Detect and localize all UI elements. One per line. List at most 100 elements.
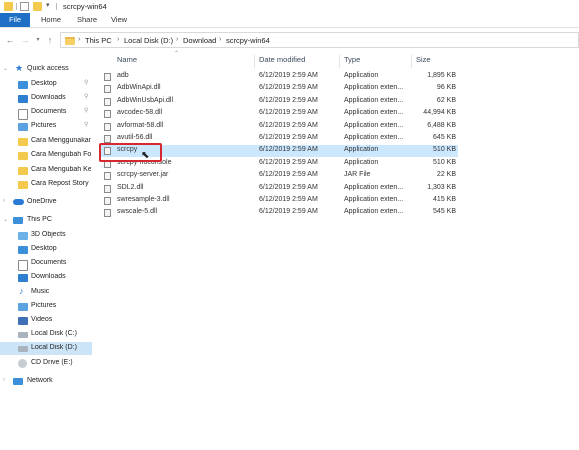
download-icon	[18, 274, 28, 282]
customize-quick-access-icon[interactable]: ▾	[46, 1, 50, 9]
file-row[interactable]: AdbWinApi.dll 6/12/2019 2:59 AM Applicatio…	[100, 83, 458, 95]
file-row[interactable]: scrcpy-server.jar 6/12/2019 2:59 AM JAR Fi…	[100, 170, 458, 182]
breadcrumb-this-pc[interactable]: This PC	[85, 36, 112, 45]
properties-icon[interactable]	[20, 2, 29, 11]
new-folder-icon[interactable]	[33, 2, 42, 11]
chevron-right-icon[interactable]: ›	[3, 198, 5, 204]
file-row[interactable]: adb 6/12/2019 2:59 AM Application 1,895 KB	[100, 71, 458, 83]
file-icon	[104, 172, 111, 180]
tab-view[interactable]: View	[106, 13, 132, 27]
file-row[interactable]: swresample-3.dll 6/12/2019 2:59 AM Applica…	[100, 195, 458, 207]
sidebar-item-desktop-pc[interactable]: Desktop	[0, 243, 92, 256]
sidebar-item-local-disk-d[interactable]: Local Disk (D:)	[0, 342, 92, 355]
file-row[interactable]: SDL2.dll 6/12/2019 2:59 AM Application ext…	[100, 183, 458, 195]
chevron-right-icon[interactable]: ›	[3, 377, 5, 383]
sidebar-item-onedrive[interactable]: › OneDrive	[0, 196, 92, 209]
sidebar-item-music[interactable]: ♪ Music	[0, 286, 92, 299]
file-type: Application exten...	[344, 97, 404, 104]
file-row[interactable]: avformat-58.dll 6/12/2019 2:59 AM Applicat…	[100, 121, 458, 133]
file-date-modified: 6/12/2019 2:59 AM	[259, 146, 318, 153]
folder-icon	[18, 181, 28, 189]
file-icon	[104, 73, 111, 81]
tab-home[interactable]: Home	[36, 13, 66, 27]
chevron-down-icon[interactable]: ⌄	[3, 65, 8, 72]
document-icon	[18, 109, 28, 120]
tab-share[interactable]: Share	[72, 13, 102, 27]
file-row[interactable]: avcodec-58.dll 6/12/2019 2:59 AM Applicati…	[100, 108, 458, 120]
drive-icon	[18, 346, 28, 352]
file-type: Application	[344, 159, 379, 166]
tab-file[interactable]: File	[0, 13, 30, 27]
sidebar-item-label: Cara Repost Story Ir	[31, 180, 91, 187]
sidebar-item-network[interactable]: › Network	[0, 375, 92, 388]
file-size: 415 KB	[433, 196, 456, 203]
sidebar-item-folder-cara-mengubah-fot[interactable]: Cara Mengubah Fot	[0, 149, 92, 162]
sidebar-item-local-disk-c[interactable]: Local Disk (C:)	[0, 328, 92, 341]
sidebar-item-downloads[interactable]: Downloads ⚲	[0, 92, 92, 105]
title-bar: ▾ scrcpy-win64	[0, 0, 579, 13]
recent-locations-chevron-icon[interactable]: ▾	[32, 34, 44, 46]
sidebar-item-label: Videos	[31, 316, 53, 323]
sidebar-item-videos[interactable]: Videos	[0, 314, 92, 327]
file-row[interactable]: swscale-5.dll 6/12/2019 2:59 AM Applicatio…	[100, 207, 458, 219]
breadcrumb-local-disk-d[interactable]: Local Disk (D:)	[124, 36, 173, 45]
file-row[interactable]: AdbWinUsbApi.dll 6/12/2019 2:59 AM Applica…	[100, 96, 458, 108]
picture-icon	[18, 303, 28, 311]
file-date-modified: 6/12/2019 2:59 AM	[259, 122, 318, 129]
breadcrumb-scrcpy-win64[interactable]: scrcpy-win64	[226, 36, 270, 45]
sidebar-item-documents[interactable]: Documents ⚲	[0, 106, 92, 120]
sidebar-item-cd-drive-e[interactable]: CD Drive (E:)	[0, 357, 92, 370]
folder-icon	[18, 167, 28, 175]
sidebar-item-folder-cara-mengubah-key[interactable]: Cara Mengubah Key	[0, 164, 92, 177]
video-icon	[18, 317, 28, 325]
column-header-name[interactable]: Name	[117, 55, 137, 68]
sidebar-item-label: Network	[27, 377, 53, 384]
forward-arrow-icon[interactable]: →	[19, 34, 31, 46]
sidebar-item-3d-objects[interactable]: 3D Objects	[0, 229, 92, 242]
column-header-size[interactable]: Size	[416, 55, 431, 68]
up-arrow-icon[interactable]: ↑	[44, 34, 56, 46]
folder-icon	[18, 152, 28, 160]
file-name: adb	[117, 72, 129, 79]
sidebar-item-documents-pc[interactable]: Documents	[0, 257, 92, 271]
breadcrumb-download[interactable]: Download	[183, 36, 216, 45]
file-date-modified: 6/12/2019 2:59 AM	[259, 72, 318, 79]
ribbon-tabs: File Home Share View	[0, 13, 579, 28]
column-header-date-modified[interactable]: Date modified	[259, 55, 305, 68]
file-size: 645 KB	[433, 134, 456, 141]
sidebar-item-label: Local Disk (D:)	[31, 344, 77, 351]
sidebar-item-this-pc[interactable]: ⌄ This PC	[0, 214, 92, 227]
chevron-right-icon[interactable]: ›	[78, 36, 80, 43]
chevron-right-icon[interactable]: ›	[219, 36, 221, 43]
chevron-right-icon[interactable]: ›	[117, 36, 119, 43]
chevron-right-icon[interactable]: ›	[176, 36, 178, 43]
column-divider[interactable]	[411, 55, 412, 68]
chevron-down-icon[interactable]: ⌄	[3, 216, 8, 223]
file-size: 44,994 KB	[423, 109, 456, 116]
desktop-icon	[18, 246, 28, 254]
sidebar-item-downloads-pc[interactable]: Downloads	[0, 271, 92, 284]
sidebar-item-pictures[interactable]: Pictures ⚲	[0, 120, 92, 133]
back-arrow-icon[interactable]: ←	[4, 34, 16, 46]
file-icon	[104, 98, 111, 106]
drive-icon	[18, 332, 28, 338]
sidebar-item-quick-access[interactable]: ⌄ ★ Quick access	[0, 63, 92, 76]
file-size: 62 KB	[436, 97, 456, 104]
file-date-modified: 6/12/2019 2:59 AM	[259, 171, 318, 178]
sidebar-item-desktop[interactable]: Desktop ⚲	[0, 78, 92, 91]
sidebar-item-label: Downloads	[31, 273, 66, 280]
sidebar-item-pictures-pc[interactable]: Pictures	[0, 300, 92, 313]
sidebar-item-label: Quick access	[27, 65, 69, 72]
pin-icon: ⚲	[84, 122, 89, 128]
column-divider[interactable]	[339, 55, 340, 68]
file-icon	[104, 135, 111, 143]
file-name: scrcpy-server.jar	[117, 171, 169, 178]
sidebar-item-folder-cara-repost-story[interactable]: Cara Repost Story Ir	[0, 178, 92, 191]
network-icon	[13, 378, 23, 385]
divider	[56, 3, 57, 10]
column-header-type[interactable]: Type	[344, 55, 360, 68]
file-size: 510 KB	[433, 159, 456, 166]
column-divider[interactable]	[254, 55, 255, 68]
sidebar-item-folder-cara-menggunakan[interactable]: Cara Menggunakan	[0, 135, 92, 148]
address-bar[interactable]: › This PC › Local Disk (D:) › Download ›…	[60, 32, 579, 48]
